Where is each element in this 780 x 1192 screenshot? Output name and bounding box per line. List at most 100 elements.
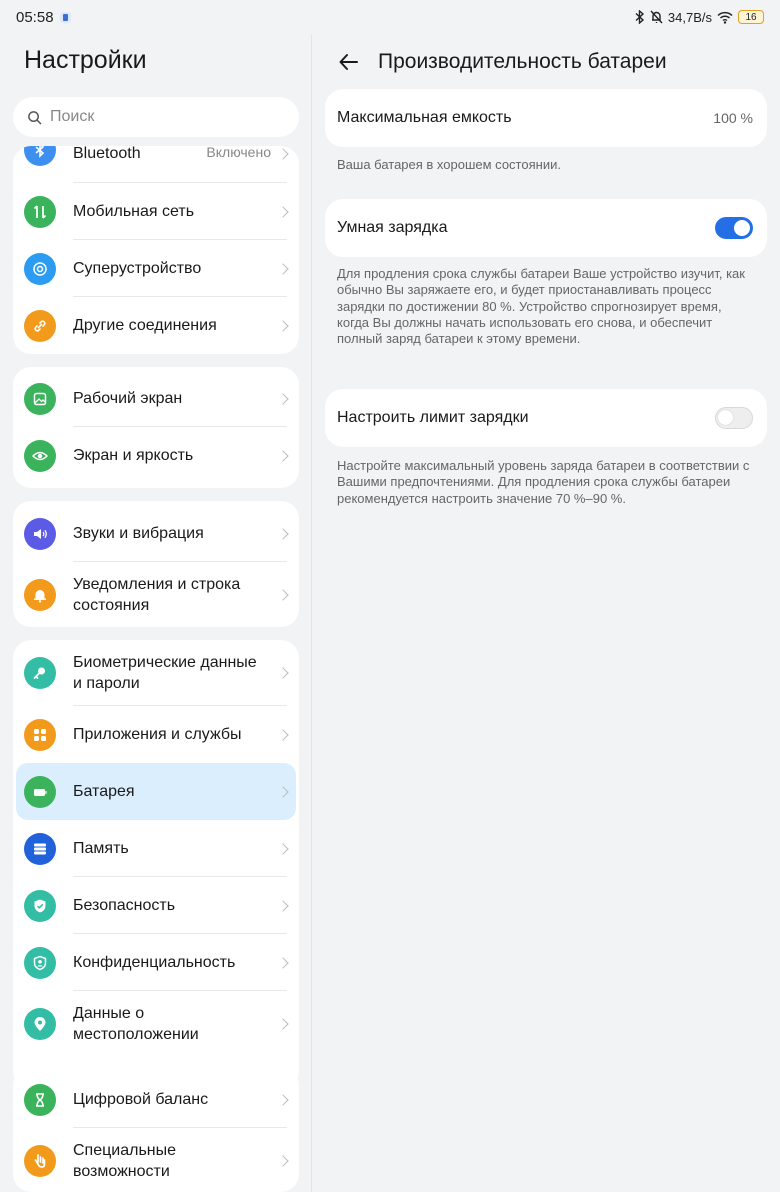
chevron-right-icon bbox=[277, 956, 289, 969]
charge-limit-toggle[interactable] bbox=[715, 407, 753, 429]
status-time: 05:58 bbox=[16, 8, 54, 26]
sidebar-item-label: Память bbox=[73, 840, 129, 857]
capacity-hint: Ваша батарея в хорошем состоянии. bbox=[337, 157, 561, 172]
sidebar-item-label: Приложения и службы bbox=[73, 726, 242, 743]
superdevice-icon bbox=[24, 252, 56, 285]
settings-group-system: Биометрические данные и пароли Приложени… bbox=[13, 640, 299, 1088]
sidebar-item-location[interactable]: Данные о местоположении bbox=[13, 991, 299, 1057]
status-bar: 05:58 34,7B/s 16 bbox=[0, 0, 780, 34]
location-icon bbox=[24, 1008, 56, 1040]
sidebar-item-display-brightness[interactable]: Экран и яркость bbox=[13, 427, 299, 484]
chevron-right-icon bbox=[277, 667, 289, 679]
chevron-right-icon bbox=[277, 728, 289, 741]
search-input[interactable]: Поиск bbox=[13, 97, 299, 137]
settings-sidebar: Настройки Поиск Bluetooth Включено Мобил… bbox=[0, 34, 311, 1192]
storage-icon bbox=[24, 832, 56, 865]
sidebar-item-label: Другие соединения bbox=[73, 317, 217, 334]
network-speed: 34,7B/s bbox=[667, 9, 712, 25]
sidebar-item-notifications[interactable]: Уведомления и строка состояния bbox=[13, 562, 299, 627]
privacy-icon bbox=[24, 946, 56, 979]
chevron-right-icon bbox=[277, 449, 289, 462]
smart-charging-label: Умная зарядка bbox=[337, 219, 448, 236]
sidebar-item-apps[interactable]: Приложения и службы bbox=[13, 706, 299, 763]
bell-icon bbox=[24, 579, 56, 611]
sidebar-item-label: Звуки и вибрация bbox=[73, 525, 204, 542]
chevron-right-icon bbox=[277, 842, 289, 855]
sidebar-item-label: Конфиденциальность bbox=[73, 954, 236, 971]
sidebar-item-label: Мобильная сеть bbox=[73, 203, 195, 220]
mute-bell-icon bbox=[650, 10, 663, 24]
sidebar-item-label: Батарея bbox=[73, 783, 135, 800]
settings-group-sound: Звуки и вибрация Уведомления и строка со… bbox=[13, 501, 299, 627]
chevron-right-icon bbox=[277, 527, 289, 540]
chevron-right-icon bbox=[277, 1093, 289, 1106]
settings-title: Настройки bbox=[24, 46, 147, 74]
smart-charging-toggle[interactable] bbox=[715, 217, 753, 239]
sidebar-item-sounds[interactable]: Звуки и вибрация bbox=[13, 505, 299, 562]
chevron-right-icon bbox=[277, 262, 289, 275]
sidebar-item-security[interactable]: Безопасность bbox=[13, 877, 299, 934]
search-placeholder: Поиск bbox=[50, 108, 95, 125]
search-icon bbox=[28, 110, 42, 124]
chevron-right-icon bbox=[277, 899, 289, 912]
home-screen-icon bbox=[24, 382, 56, 415]
chevron-right-icon bbox=[277, 785, 289, 798]
sidebar-item-storage[interactable]: Память bbox=[13, 820, 299, 877]
max-capacity-card: Максимальная емкость 100 % bbox=[325, 89, 767, 147]
max-capacity-label: Максимальная емкость bbox=[337, 109, 512, 126]
smart-charging-hint: Для продления срока службы батареи Ваше … bbox=[337, 266, 745, 347]
chevron-right-icon bbox=[277, 205, 289, 218]
sidebar-item-label: Уведомления и строка состояния bbox=[73, 576, 241, 614]
page-title: Производительность батареи bbox=[378, 50, 667, 73]
settings-group-display: Рабочий экран Экран и яркость bbox=[13, 367, 299, 488]
chevron-right-icon bbox=[277, 589, 289, 601]
bluetooth-icon bbox=[24, 146, 56, 166]
link-icon bbox=[24, 309, 56, 342]
sidebar-item-digital-balance[interactable]: Цифровой баланс bbox=[13, 1071, 299, 1128]
back-arrow-icon[interactable] bbox=[337, 50, 361, 74]
charge-limit-hint: Настройте максимальный уровень заряда ба… bbox=[337, 458, 750, 506]
chevron-right-icon bbox=[277, 392, 289, 405]
sidebar-item-home-screen[interactable]: Рабочий экран bbox=[13, 370, 299, 427]
max-capacity-value: 100 % bbox=[713, 110, 753, 126]
sidebar-item-label: Рабочий экран bbox=[73, 390, 183, 407]
sidebar-item-label: Данные о местоположении bbox=[73, 1005, 199, 1043]
smart-charging-card[interactable]: Умная зарядка bbox=[325, 199, 767, 257]
settings-group-wellbeing: Цифровой баланс Специальные возможности bbox=[13, 1067, 299, 1192]
sidebar-item-battery[interactable]: Батарея bbox=[16, 763, 296, 820]
sidebar-item-accessibility[interactable]: Специальные возможности bbox=[13, 1128, 299, 1192]
apps-icon bbox=[24, 718, 56, 751]
mobile-network-icon bbox=[24, 195, 56, 228]
eye-icon bbox=[24, 439, 56, 472]
sidebar-item-label: Цифровой баланс bbox=[73, 1091, 209, 1108]
sidebar-item-label: Экран и яркость bbox=[73, 447, 194, 464]
settings-group-connections: Bluetooth Включено Мобильная сеть Суперу… bbox=[13, 146, 299, 354]
chevron-right-icon bbox=[277, 319, 289, 332]
battery-performance-page: Производительность батареи Максимальная … bbox=[312, 34, 780, 1192]
key-icon bbox=[24, 657, 56, 689]
chevron-right-icon bbox=[277, 148, 289, 160]
bluetooth-status-icon bbox=[635, 10, 644, 24]
hourglass-icon bbox=[24, 1083, 56, 1116]
sidebar-item-biometrics[interactable]: Биометрические данные и пароли bbox=[13, 640, 299, 706]
shield-icon bbox=[24, 889, 56, 922]
sidebar-item-label: Суперустройство bbox=[73, 260, 202, 277]
sound-icon bbox=[24, 517, 56, 550]
battery-icon bbox=[24, 775, 56, 808]
sidebar-item-mobile-network[interactable]: Мобильная сеть bbox=[13, 183, 299, 240]
sidebar-item-label: Безопасность bbox=[73, 897, 176, 914]
wifi-icon bbox=[717, 11, 733, 24]
sidebar-item-superdevice[interactable]: Суперустройство bbox=[13, 240, 299, 297]
app-notification-icon bbox=[59, 11, 71, 23]
accessibility-icon bbox=[24, 1145, 56, 1177]
sidebar-item-label: Биометрические данные и пароли bbox=[73, 654, 257, 692]
chevron-right-icon bbox=[277, 1018, 289, 1030]
sidebar-item-label: Специальные возможности bbox=[73, 1142, 177, 1180]
sidebar-item-bluetooth[interactable]: Bluetooth Включено bbox=[13, 146, 299, 183]
charge-limit-label: Настроить лимит зарядки bbox=[337, 409, 529, 426]
bluetooth-status-value: Включено bbox=[206, 146, 271, 160]
battery-status-badge: 16 bbox=[738, 10, 764, 24]
sidebar-item-other-connections[interactable]: Другие соединения bbox=[13, 297, 299, 354]
sidebar-item-privacy[interactable]: Конфиденциальность bbox=[13, 934, 299, 991]
charge-limit-card[interactable]: Настроить лимит зарядки bbox=[325, 389, 767, 447]
